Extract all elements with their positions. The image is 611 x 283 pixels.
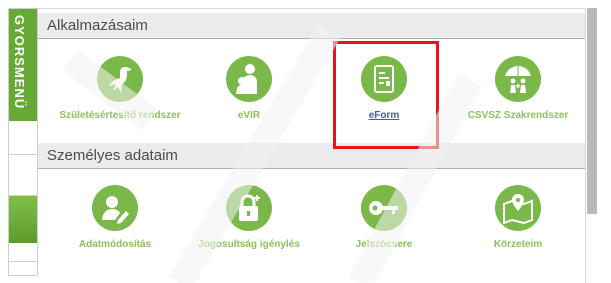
quick-menu-title: GYORSMENÜ [12,15,27,110]
section-header-apps: Alkalmazásaim [38,13,585,39]
main-panel: Alkalmazásaim Születésértesítő rendszer … [38,8,586,283]
sidebar-menu-item[interactable] [9,196,37,243]
quick-menu-sidebar: GYORSMENÜ [8,8,38,276]
sidebar-divider [9,261,37,262]
eform-highlight-frame [333,41,439,149]
personal-label: Körzeteim [493,239,543,250]
map-pin-icon [495,185,541,231]
family-umbrella-icon [495,56,541,102]
user-edit-icon [92,185,138,231]
personal-tile-districts[interactable]: Körzeteim [438,185,598,250]
sidebar-divider [9,154,37,155]
vertical-scrollbar[interactable] [587,8,597,214]
lock-plus-icon [226,185,272,231]
app-tile-csvsz[interactable]: CSVSZ Szakrendszer [438,56,598,121]
quick-menu-header[interactable]: GYORSMENÜ [9,9,37,121]
parent-child-icon [226,56,272,102]
key-icon [361,185,407,231]
section-header-personal: Személyes adataim [38,143,585,169]
app-label: CSVSZ Szakrendszer [467,110,569,121]
stork-icon [97,56,143,102]
